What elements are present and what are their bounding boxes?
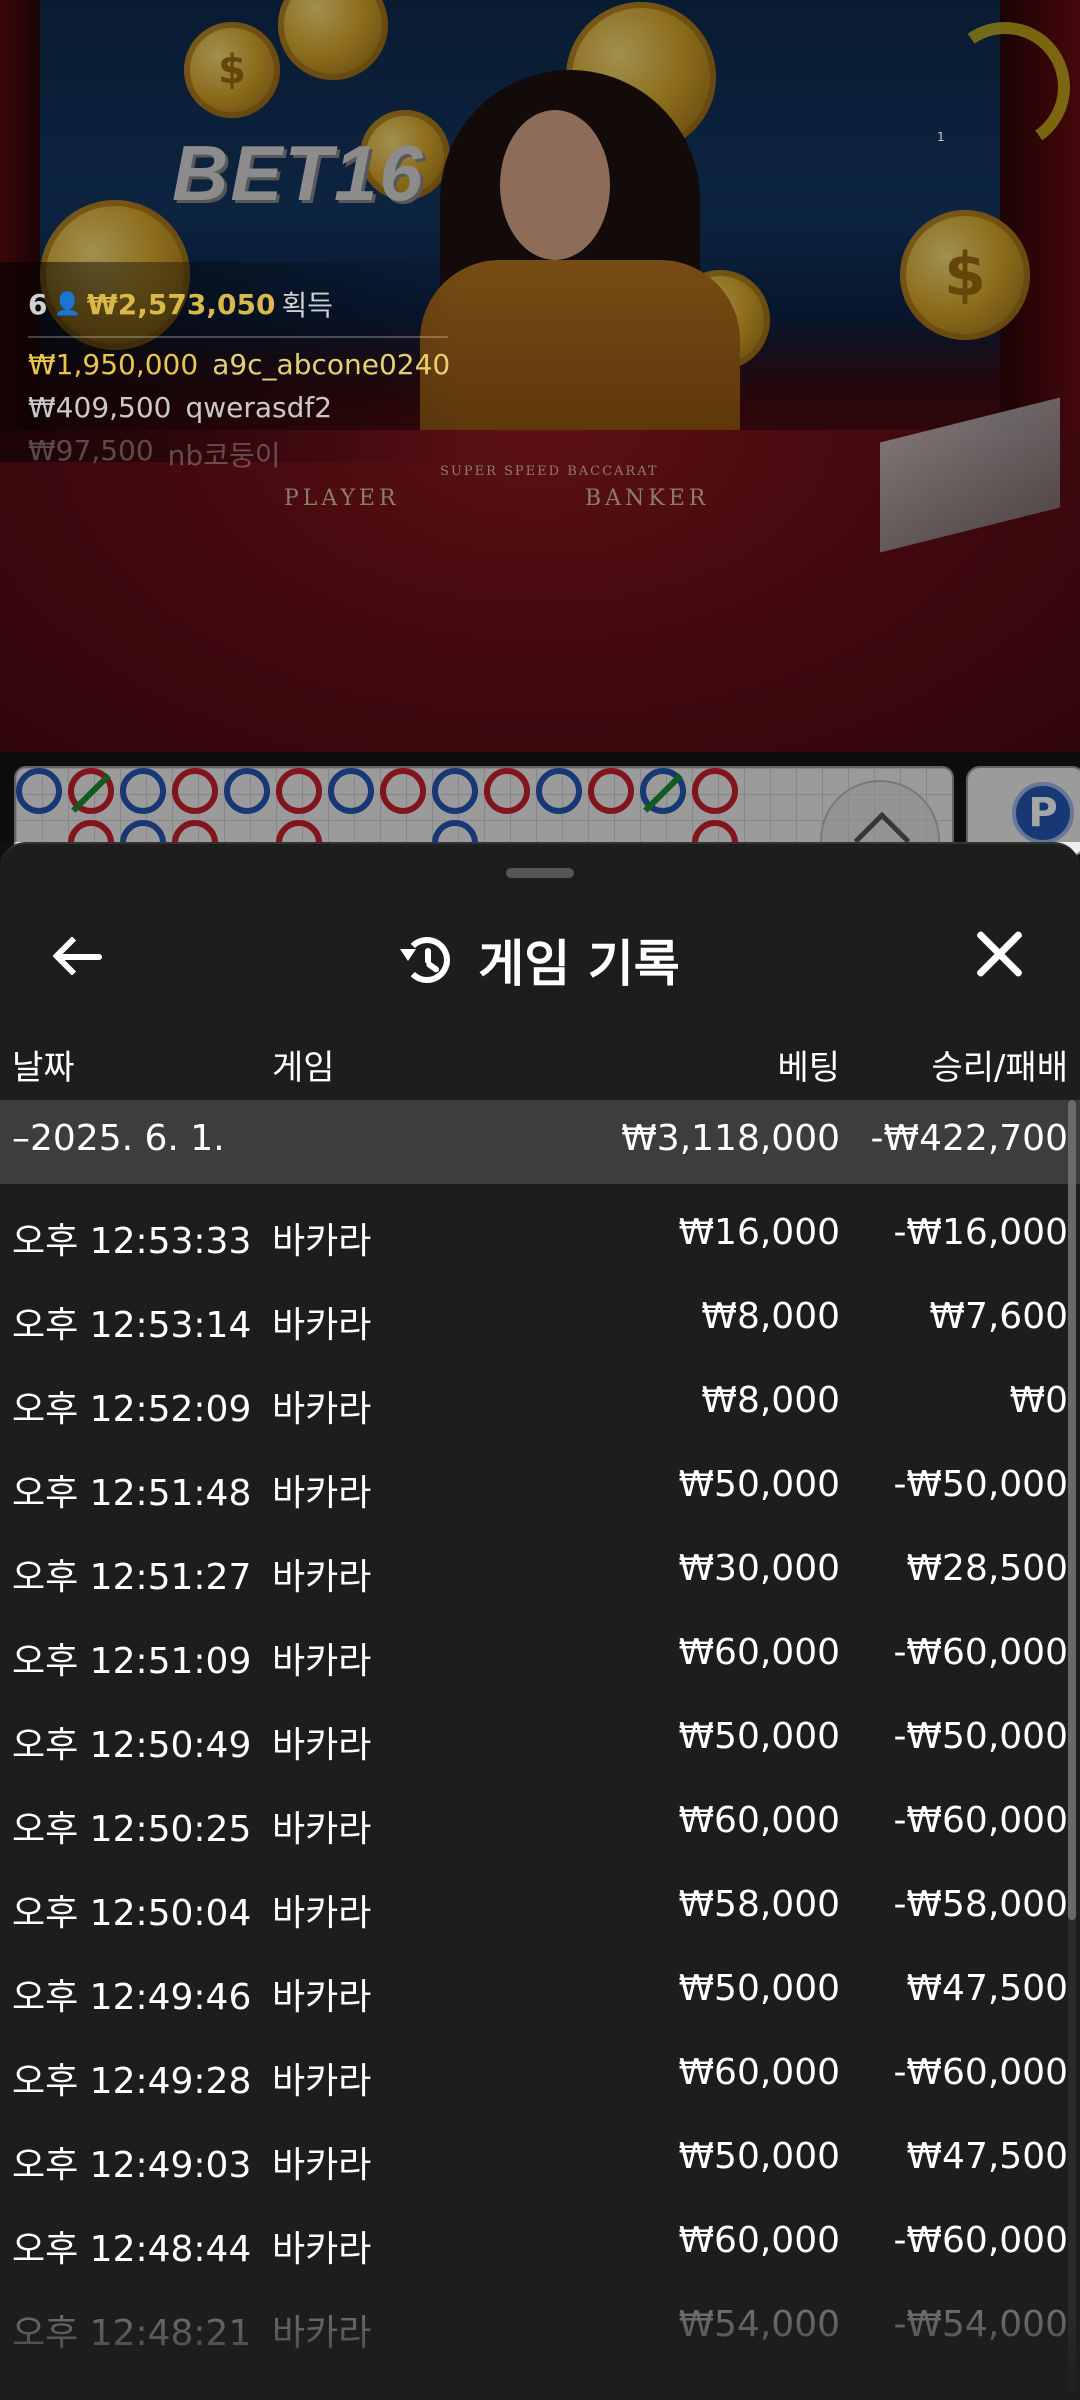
winners-total: ₩2,573,050 (86, 287, 276, 321)
history-row[interactable]: 오후 12:49:46 바카라 ₩50,000 ₩47,500 (0, 1950, 1080, 2034)
video-corner-mark: 1 (937, 130, 945, 144)
history-list: 오후 12:53:33 바카라 ₩16,000 -₩16,000 오후 12:53:1… (0, 1194, 1080, 2370)
column-win-loss: 승리/패배 (931, 1048, 1068, 1088)
column-bet: 베팅 (777, 1048, 840, 1088)
winners-label: 획득 (281, 289, 333, 322)
history-row[interactable]: 오후 12:53:33 바카라 ₩16,000 -₩16,000 (0, 1194, 1080, 1278)
summary-date: –2025. 6. 1. (12, 1118, 225, 1159)
history-row[interactable]: 오후 12:52:09 바카라 ₩8,000 ₩0 (0, 1362, 1080, 1446)
winners-summary: 6 👤 ₩2,573,050 획득 (28, 284, 460, 324)
list-scrollbar[interactable] (1068, 1100, 1076, 2400)
winner-count: 6 (28, 287, 48, 321)
game-history-sheet: 게임 기록 날짜 게임 베팅 승리/패배 –2025. 6. 1. ₩3,118… (0, 842, 1080, 2400)
sheet-header: 게임 기록 (0, 896, 1080, 1006)
winners-panel: 6 👤 ₩2,573,050 획득 ₩1,950,000 a9c_abcone0… (0, 262, 460, 472)
history-row[interactable]: 오후 12:50:25 바카라 ₩60,000 -₩60,000 (0, 1782, 1080, 1866)
sheet-title: 게임 기록 (478, 935, 680, 993)
winner-row: ₩1,950,000 a9c_abcone0240 (28, 348, 451, 381)
person-icon: 👤 (53, 291, 81, 317)
summary-bet: ₩3,118,000 (621, 1118, 840, 1159)
summary-win-loss: -₩422,700 (870, 1118, 1068, 1159)
title-group: 게임 기록 (0, 924, 1080, 996)
scrollbar-thumb[interactable] (1068, 1100, 1076, 1920)
winner-row: ₩97,500 nb코둥이 (28, 434, 281, 472)
history-row[interactable]: 오후 12:48:44 바카라 ₩60,000 -₩60,000 (0, 2202, 1080, 2286)
live-video: $ $ BET16 SUPER SPEED BACCARAT PLAYER BA… (0, 0, 1080, 752)
column-game: 게임 (272, 1048, 335, 1088)
history-icon (400, 933, 454, 987)
history-row[interactable]: 오후 12:51:09 바카라 ₩60,000 -₩60,000 (0, 1614, 1080, 1698)
history-row[interactable]: 오후 12:49:28 바카라 ₩60,000 -₩60,000 (0, 2034, 1080, 2118)
winner-row: ₩409,500 qwerasdf2 (28, 391, 333, 424)
history-row[interactable]: 오후 12:50:04 바카라 ₩58,000 -₩58,000 (0, 1866, 1080, 1950)
history-row[interactable]: 오후 12:49:03 바카라 ₩50,000 ₩47,500 (0, 2118, 1080, 2202)
sheet-grabber[interactable] (506, 868, 574, 878)
history-row[interactable]: 오후 12:51:48 바카라 ₩50,000 -₩50,000 (0, 1446, 1080, 1530)
history-row[interactable]: 오후 12:51:27 바카라 ₩30,000 ₩28,500 (0, 1530, 1080, 1614)
column-date: 날짜 (12, 1048, 75, 1088)
divider (28, 336, 448, 338)
date-summary-row[interactable]: –2025. 6. 1. ₩3,118,000 -₩422,700 (0, 1100, 1080, 1184)
history-row[interactable]: 오후 12:53:14 바카라 ₩8,000 ₩7,600 (0, 1278, 1080, 1362)
history-row[interactable]: 오후 12:50:49 바카라 ₩50,000 -₩50,000 (0, 1698, 1080, 1782)
table-header: 날짜 게임 베팅 승리/패배 (0, 1030, 1080, 1100)
close-button[interactable] (972, 926, 1028, 982)
